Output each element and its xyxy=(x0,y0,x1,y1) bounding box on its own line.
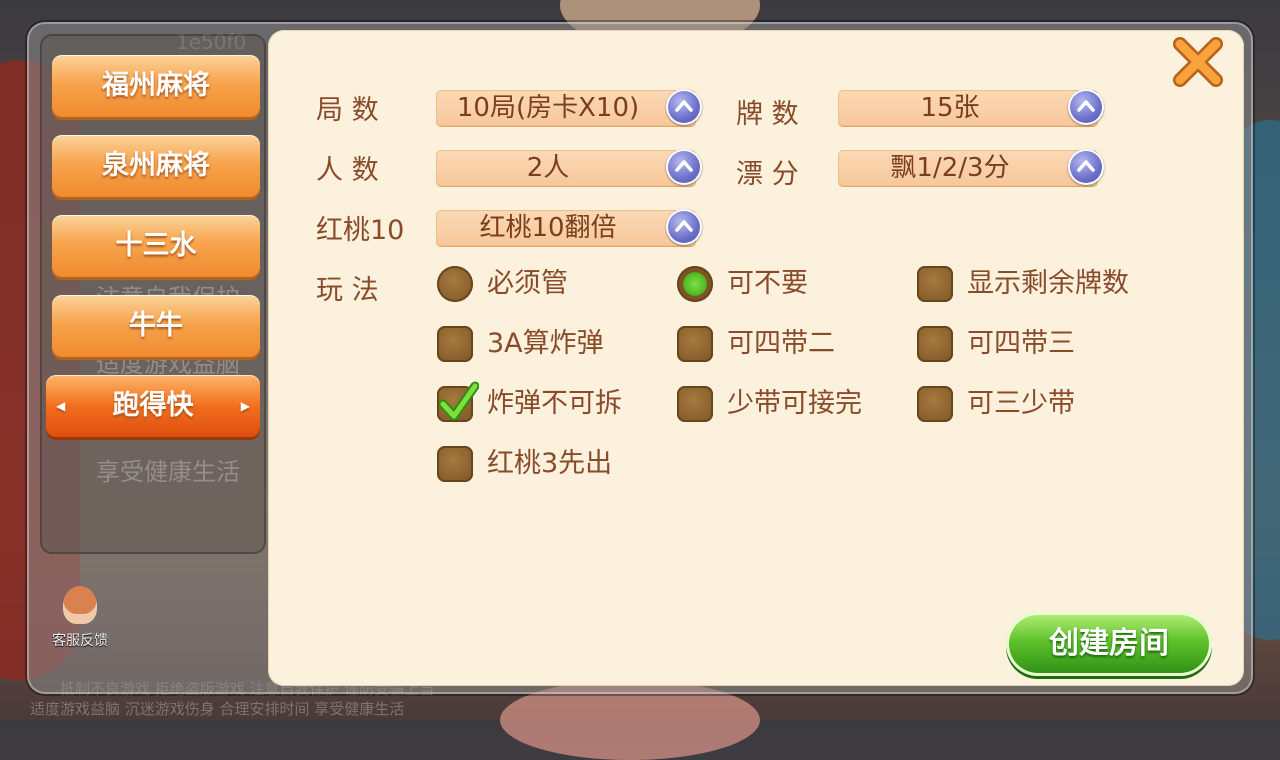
rule-show-remaining-checkbox[interactable]: 显示剩余牌数 xyxy=(917,266,1157,306)
left-arrow-icon: ◀ xyxy=(56,399,66,413)
chevron-up-icon[interactable] xyxy=(666,209,702,245)
tab-niuniu[interactable]: 牛牛 xyxy=(52,295,260,357)
rule-heart3-first-checkbox[interactable]: 红桃3先出 xyxy=(437,446,657,486)
rule-can-pass-radio[interactable]: 可不要 xyxy=(677,266,877,306)
rule-label: 必须管 xyxy=(487,268,568,299)
rule-label: 3A算炸弹 xyxy=(487,328,604,359)
rule-label: 显示剩余牌数 xyxy=(967,268,1129,299)
cards-value: 15张 xyxy=(920,93,980,123)
float-score-value: 飘1/2/3分 xyxy=(890,153,1010,183)
chevron-up-icon[interactable] xyxy=(666,149,702,185)
tab-fuzhou-mahjong[interactable]: 福州麻将 xyxy=(52,55,260,117)
heart10-label: 红桃10 xyxy=(316,215,405,246)
checkbox-icon xyxy=(677,326,713,362)
players-value: 2人 xyxy=(526,153,570,183)
players-label: 人 数 xyxy=(316,155,379,186)
chevron-up-icon[interactable] xyxy=(1068,89,1104,125)
tab-quanzhou-mahjong[interactable]: 泉州麻将 xyxy=(52,135,260,197)
rule-label: 可三少带 xyxy=(967,388,1075,419)
checkbox-icon xyxy=(677,386,713,422)
rounds-select[interactable]: 10局(房卡X10) xyxy=(436,89,702,126)
radio-button-icon xyxy=(437,266,473,302)
create-room-button[interactable]: 创建房间 xyxy=(1006,612,1212,676)
rule-label: 可四带二 xyxy=(727,328,835,359)
rule-label: 可四带三 xyxy=(967,328,1075,359)
radio-selected-icon xyxy=(677,266,713,302)
tab-label: 跑得快 xyxy=(112,390,194,421)
rule-short-finish-checkbox[interactable]: 少带可接完 xyxy=(677,386,897,426)
rule-label: 红桃3先出 xyxy=(487,448,613,479)
rule-three-short-checkbox[interactable]: 可三少带 xyxy=(917,386,1117,426)
right-arrow-icon: ▶ xyxy=(240,399,250,413)
rules-label: 玩 法 xyxy=(316,275,379,306)
checkbox-icon xyxy=(437,446,473,482)
heart10-select[interactable]: 红桃10翻倍 xyxy=(436,209,702,246)
rule-label: 少带可接完 xyxy=(727,388,862,419)
headset-avatar-icon xyxy=(63,586,97,624)
rule-label: 炸弹不可拆 xyxy=(487,388,622,419)
customer-service-label: 客服反馈 xyxy=(52,633,108,649)
sidebar-background-text: 享受健康生活 xyxy=(96,458,240,486)
rule-four-with-three-checkbox[interactable]: 可四带三 xyxy=(917,326,1117,366)
rule-three-a-bomb-checkbox[interactable]: 3A算炸弹 xyxy=(437,326,637,366)
rounds-value: 10局(房卡X10) xyxy=(456,93,640,123)
float-score-select[interactable]: 飘1/2/3分 xyxy=(838,149,1104,186)
heart10-value: 红桃10翻倍 xyxy=(479,213,617,243)
rule-bomb-unsplittable-checkbox[interactable]: 炸弹不可拆 xyxy=(437,381,657,426)
rule-four-with-two-checkbox[interactable]: 可四带二 xyxy=(677,326,877,366)
rule-label: 可不要 xyxy=(727,268,808,299)
background-notice-line: 适度游戏益脑 沉迷游戏伤身 合理安排时间 享受健康生活 xyxy=(30,700,405,718)
chevron-up-icon[interactable] xyxy=(1068,149,1104,185)
checkbox-icon xyxy=(917,266,953,302)
float-score-label: 漂 分 xyxy=(736,159,799,190)
rule-must-play-radio[interactable]: 必须管 xyxy=(437,266,637,306)
cards-select[interactable]: 15张 xyxy=(838,89,1104,126)
checkbox-icon xyxy=(437,326,473,362)
players-select[interactable]: 2人 xyxy=(436,149,702,186)
checkmark-icon xyxy=(439,381,479,421)
cards-label: 牌 数 xyxy=(736,99,799,130)
customer-service-button[interactable]: 客服反馈 xyxy=(44,586,116,650)
checkbox-icon xyxy=(917,326,953,362)
close-button[interactable] xyxy=(1170,34,1226,90)
tab-thirteen-cards[interactable]: 十三水 xyxy=(52,215,260,277)
close-icon xyxy=(1173,37,1223,87)
tab-paodekuai[interactable]: ◀ 跑得快 ▶ xyxy=(46,375,260,437)
rounds-label: 局 数 xyxy=(316,95,379,126)
chevron-up-icon[interactable] xyxy=(666,89,702,125)
checkbox-icon xyxy=(917,386,953,422)
